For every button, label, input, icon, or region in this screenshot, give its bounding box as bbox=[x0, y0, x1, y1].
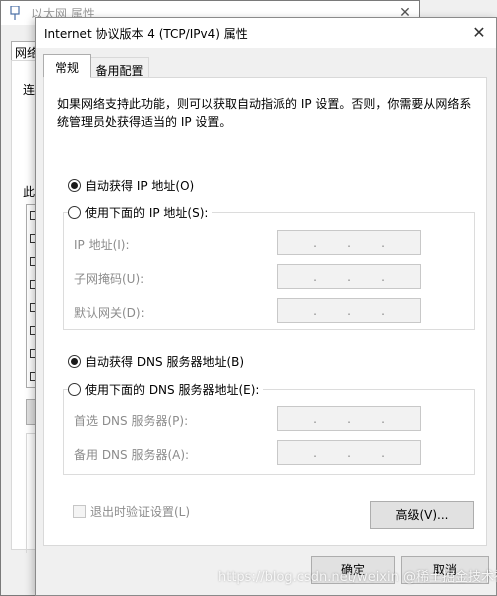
default-gateway-input[interactable]: ... bbox=[277, 298, 421, 323]
subnet-mask-input[interactable]: ... bbox=[277, 264, 421, 289]
preferred-dns-label: 首选 DNS 服务器(P): bbox=[74, 414, 189, 428]
auto-dns-option[interactable]: 自动获得 DNS 服务器地址(B) bbox=[68, 352, 249, 370]
ip-address-label: IP 地址(I): bbox=[74, 238, 130, 252]
alternate-dns-input[interactable]: ... bbox=[277, 440, 421, 465]
preferred-dns-input[interactable]: ... bbox=[277, 406, 421, 431]
validate-settings-option[interactable]: 退出时验证设置(L) bbox=[73, 503, 190, 520]
manual-ip-label: 使用下面的 IP 地址(S): bbox=[85, 205, 209, 220]
manual-ip-radio[interactable] bbox=[68, 205, 81, 219]
default-gateway-label: 默认网关(D): bbox=[74, 306, 145, 320]
validate-settings-checkbox[interactable] bbox=[73, 505, 86, 518]
alternate-dns-label: 备用 DNS 服务器(A): bbox=[74, 448, 190, 462]
auto-dns-radio[interactable] bbox=[68, 354, 81, 368]
network-adapter-icon bbox=[10, 6, 20, 20]
dialog-titlebar: Internet 协议版本 4 (TCP/IPv4) 属性 ✕ bbox=[36, 18, 496, 48]
auto-ip-radio[interactable] bbox=[68, 178, 81, 192]
manual-dns-option[interactable]: 使用下面的 DNS 服务器地址(E): bbox=[68, 380, 264, 398]
description-text: 如果网络支持此功能，则可以获取自动指派的 IP 设置。否则，你需要从网络系统管理… bbox=[57, 97, 472, 129]
tab-general[interactable]: 常规 bbox=[43, 54, 91, 78]
close-icon[interactable]: ✕ bbox=[466, 20, 492, 46]
manual-dns-label: 使用下面的 DNS 服务器地址(E): bbox=[85, 382, 260, 397]
ip-address-input[interactable]: ... bbox=[277, 230, 421, 255]
dialog-title: Internet 协议版本 4 (TCP/IPv4) 属性 bbox=[44, 27, 248, 41]
watermark-text: https://blog.csdn.net/weixin @稀土掘金技术社区 bbox=[218, 570, 497, 585]
subnet-mask-label: 子网掩码(U): bbox=[74, 272, 145, 286]
validate-settings-label: 退出时验证设置(L) bbox=[90, 505, 191, 519]
auto-dns-label: 自动获得 DNS 服务器地址(B) bbox=[85, 354, 245, 369]
auto-ip-option[interactable]: 自动获得 IP 地址(O) bbox=[68, 176, 199, 194]
manual-dns-radio[interactable] bbox=[68, 382, 81, 396]
tab-alternate-configuration[interactable]: 备用配置 bbox=[91, 57, 149, 79]
manual-ip-option[interactable]: 使用下面的 IP 地址(S): bbox=[68, 203, 213, 221]
advanced-button[interactable]: 高级(V)... bbox=[370, 501, 474, 529]
auto-ip-label: 自动获得 IP 地址(O) bbox=[85, 178, 195, 193]
